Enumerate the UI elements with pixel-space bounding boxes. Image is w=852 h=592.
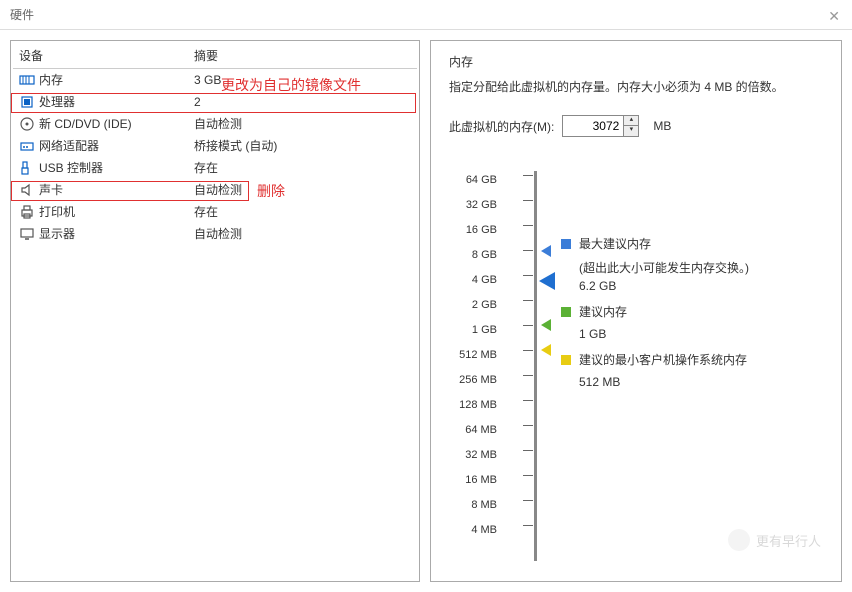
scale-label: 512 MB: [449, 342, 497, 367]
min-marker-icon: [541, 344, 551, 356]
table-row[interactable]: 声卡 自动检测: [13, 179, 417, 201]
scale-label: 16 MB: [449, 467, 497, 492]
device-summary: 存在: [188, 201, 417, 223]
max-marker-icon: [541, 245, 551, 257]
table-row[interactable]: 显示器 自动检测: [13, 223, 417, 245]
scale-label: 8 MB: [449, 492, 497, 517]
scale-label: 1 GB: [449, 317, 497, 342]
spin-down-icon[interactable]: ▾: [624, 126, 638, 136]
memory-unit: MB: [653, 119, 671, 133]
legend-max-note: (超出此大小可能发生内存交换。): [579, 259, 823, 277]
scale-label: 128 MB: [449, 392, 497, 417]
device-summary: 自动检测: [188, 223, 417, 245]
close-icon[interactable]: ✕: [828, 8, 840, 25]
cd-icon: [19, 116, 35, 132]
network-icon: [19, 138, 35, 154]
legend-max-value: 6.2 GB: [579, 279, 823, 293]
display-icon: [19, 226, 35, 242]
scale-label: 256 MB: [449, 367, 497, 392]
spin-up-icon[interactable]: ▴: [624, 116, 638, 126]
memory-field-label: 此虚拟机的内存(M):: [449, 118, 554, 135]
square-icon: [561, 355, 571, 365]
device-name: 打印机: [39, 203, 75, 220]
device-list-panel: 设备 摘要 内存3 GB处理器2新 CD/DVD (IDE)自动检测网络适配器桥…: [10, 40, 420, 582]
legend-min-value: 512 MB: [579, 375, 823, 389]
memory-legend: 最大建议内存 (超出此大小可能发生内存交换。) 6.2 GB 建议内存 1 GB…: [561, 167, 823, 567]
legend-rec-value: 1 GB: [579, 327, 823, 341]
device-summary: 2: [188, 91, 417, 113]
scale-label: 4 GB: [449, 267, 497, 292]
watermark: 更有早行人: [728, 529, 821, 551]
table-row[interactable]: 处理器 2: [13, 91, 417, 113]
legend-max-label: 最大建议内存: [579, 235, 651, 253]
device-name: 处理器: [39, 93, 75, 110]
device-name: 内存: [39, 71, 63, 88]
table-row[interactable]: 网络适配器 桥接模式 (自动): [13, 135, 417, 157]
memory-spinner[interactable]: ▴ ▾: [562, 115, 639, 137]
memory-description: 指定分配给此虚拟机的内存量。内存大小必须为 4 MB 的倍数。: [449, 78, 823, 97]
device-name: 新 CD/DVD (IDE): [39, 115, 132, 132]
window-title: 硬件: [10, 6, 34, 23]
table-row[interactable]: USB 控制器 存在: [13, 157, 417, 179]
current-marker-icon[interactable]: [539, 272, 555, 290]
memory-section-title: 内存: [449, 53, 823, 70]
memory-input[interactable]: [563, 116, 623, 136]
scale-label: 16 GB: [449, 217, 497, 242]
col-device[interactable]: 设备: [13, 43, 188, 69]
device-summary: 桥接模式 (自动): [188, 135, 417, 157]
device-name: USB 控制器: [39, 159, 103, 176]
scale-label: 32 MB: [449, 442, 497, 467]
square-icon: [561, 307, 571, 317]
scale-label: 64 GB: [449, 167, 497, 192]
legend-rec-label: 建议内存: [579, 303, 627, 321]
device-summary: 自动检测: [188, 113, 417, 135]
device-summary: 3 GB: [188, 69, 417, 91]
memory-slider[interactable]: [515, 167, 543, 567]
table-row[interactable]: 新 CD/DVD (IDE) 自动检测: [13, 113, 417, 135]
memory-scale-labels: 64 GB32 GB16 GB8 GB4 GB2 GB1 GB512 MB256…: [449, 167, 497, 567]
square-icon: [561, 239, 571, 249]
table-row[interactable]: 打印机 存在: [13, 201, 417, 223]
device-name: 显示器: [39, 225, 75, 242]
rec-marker-icon: [541, 319, 551, 331]
titlebar: 硬件 ✕: [0, 0, 852, 30]
memory-panel: 内存 指定分配给此虚拟机的内存量。内存大小必须为 4 MB 的倍数。 此虚拟机的…: [430, 40, 842, 582]
wechat-icon: [728, 529, 750, 551]
scale-label: 4 MB: [449, 517, 497, 542]
scale-label: 64 MB: [449, 417, 497, 442]
col-summary[interactable]: 摘要: [188, 43, 417, 69]
printer-icon: [19, 204, 35, 220]
scale-label: 2 GB: [449, 292, 497, 317]
device-summary: 存在: [188, 157, 417, 179]
usb-icon: [19, 160, 35, 176]
legend-min-label: 建议的最小客户机操作系统内存: [579, 351, 747, 369]
device-name: 网络适配器: [39, 137, 99, 154]
scale-label: 32 GB: [449, 192, 497, 217]
device-name: 声卡: [39, 181, 63, 198]
sound-icon: [19, 182, 35, 198]
cpu-icon: [19, 94, 35, 110]
device-table: 设备 摘要 内存3 GB处理器2新 CD/DVD (IDE)自动检测网络适配器桥…: [13, 43, 417, 245]
table-row[interactable]: 内存 3 GB: [13, 69, 417, 91]
device-summary: 自动检测: [188, 179, 417, 201]
memory-icon: [19, 72, 35, 88]
scale-label: 8 GB: [449, 242, 497, 267]
